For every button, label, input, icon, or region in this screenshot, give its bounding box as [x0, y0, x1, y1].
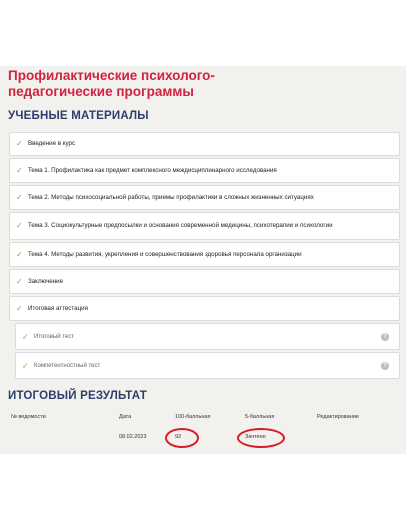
material-item-topic-3[interactable]: ✓ Тема 3. Социокультурные предпосылки и …: [9, 212, 400, 240]
question-circle-icon[interactable]: ?: [381, 361, 389, 370]
annotation-circle: [165, 428, 199, 448]
material-label: Заключение: [28, 277, 64, 285]
material-item-topic-4[interactable]: ✓ Тема 4. Методы развития, укрепления и …: [9, 242, 400, 267]
material-label: Тема 3. Социокультурные предпосылки и ос…: [28, 222, 333, 229]
materials-heading: УЧЕБНЫЕ МАТЕРИАЛЫ: [8, 110, 149, 122]
check-icon: ✓: [16, 276, 23, 286]
material-label: Тема 1. Профилактика как предмет комплек…: [28, 166, 277, 174]
material-label: Итоговая аттестация: [28, 304, 88, 312]
material-label: Введение в курс: [28, 140, 76, 147]
course-title: Профилактические психолого-педагогически…: [8, 68, 215, 99]
results-table: № ведомости Дата 100-балльная 5-балльная…: [9, 410, 400, 450]
material-label: Тема 4. Методы развития, укрепления и со…: [28, 250, 302, 258]
material-item-conclusion[interactable]: ✓ Заключение: [9, 269, 400, 294]
results-header-row: № ведомости Дата 100-балльная 5-балльная…: [9, 410, 400, 424]
col-header-number: № ведомости: [11, 414, 46, 420]
question-circle-icon[interactable]: ?: [381, 332, 389, 341]
material-item-final-assessment[interactable]: ✓ Итоговая аттестация: [9, 296, 400, 321]
check-icon: ✓: [22, 361, 29, 370]
material-item-intro[interactable]: ✓ Введение в курс: [9, 132, 400, 156]
check-icon: ✓: [16, 221, 23, 230]
check-icon: ✓: [16, 192, 23, 202]
col-header-score100: 100-балльная: [175, 414, 211, 420]
check-icon: ✓: [16, 165, 23, 175]
col-header-date: Дата: [119, 414, 132, 420]
check-icon: ✓: [16, 303, 23, 313]
sub-item-label: Компетентностный тест: [34, 362, 101, 369]
col-header-score5: 5-балльная: [245, 414, 275, 420]
cell-score5: Зачтено: [237, 428, 285, 448]
annotation-circle: [237, 428, 285, 448]
check-icon: ✓: [22, 332, 29, 341]
table-row: 08.02.2023 92 Зачтено: [9, 424, 400, 450]
material-item-topic-1[interactable]: ✓ Тема 1. Профилактика как предмет компл…: [9, 158, 400, 183]
cell-score100: 92: [165, 428, 199, 448]
material-item-topic-2[interactable]: ✓ Тема 2. Методы психосоциальной работы,…: [9, 185, 400, 210]
col-header-edit: Редактирование: [317, 414, 359, 420]
sub-item-label: Итоговый тест: [34, 333, 75, 340]
check-icon: ✓: [16, 249, 23, 259]
cell-score5-wrap: Зачтено: [237, 428, 317, 448]
sub-item-competency-test[interactable]: ✓ Компетентностный тест ?: [15, 352, 400, 379]
cell-score100-wrap: 92: [165, 428, 245, 448]
sub-item-final-test[interactable]: ✓ Итоговый тест ?: [15, 323, 400, 350]
check-icon: ✓: [16, 139, 23, 148]
results-heading: ИТОГОВЫЙ РЕЗУЛЬТАТ: [8, 390, 147, 402]
material-label: Тема 2. Методы психосоциальной работы, п…: [28, 193, 314, 201]
materials-list: ✓ Введение в курс ✓ Тема 1. Профилактика…: [9, 132, 400, 379]
